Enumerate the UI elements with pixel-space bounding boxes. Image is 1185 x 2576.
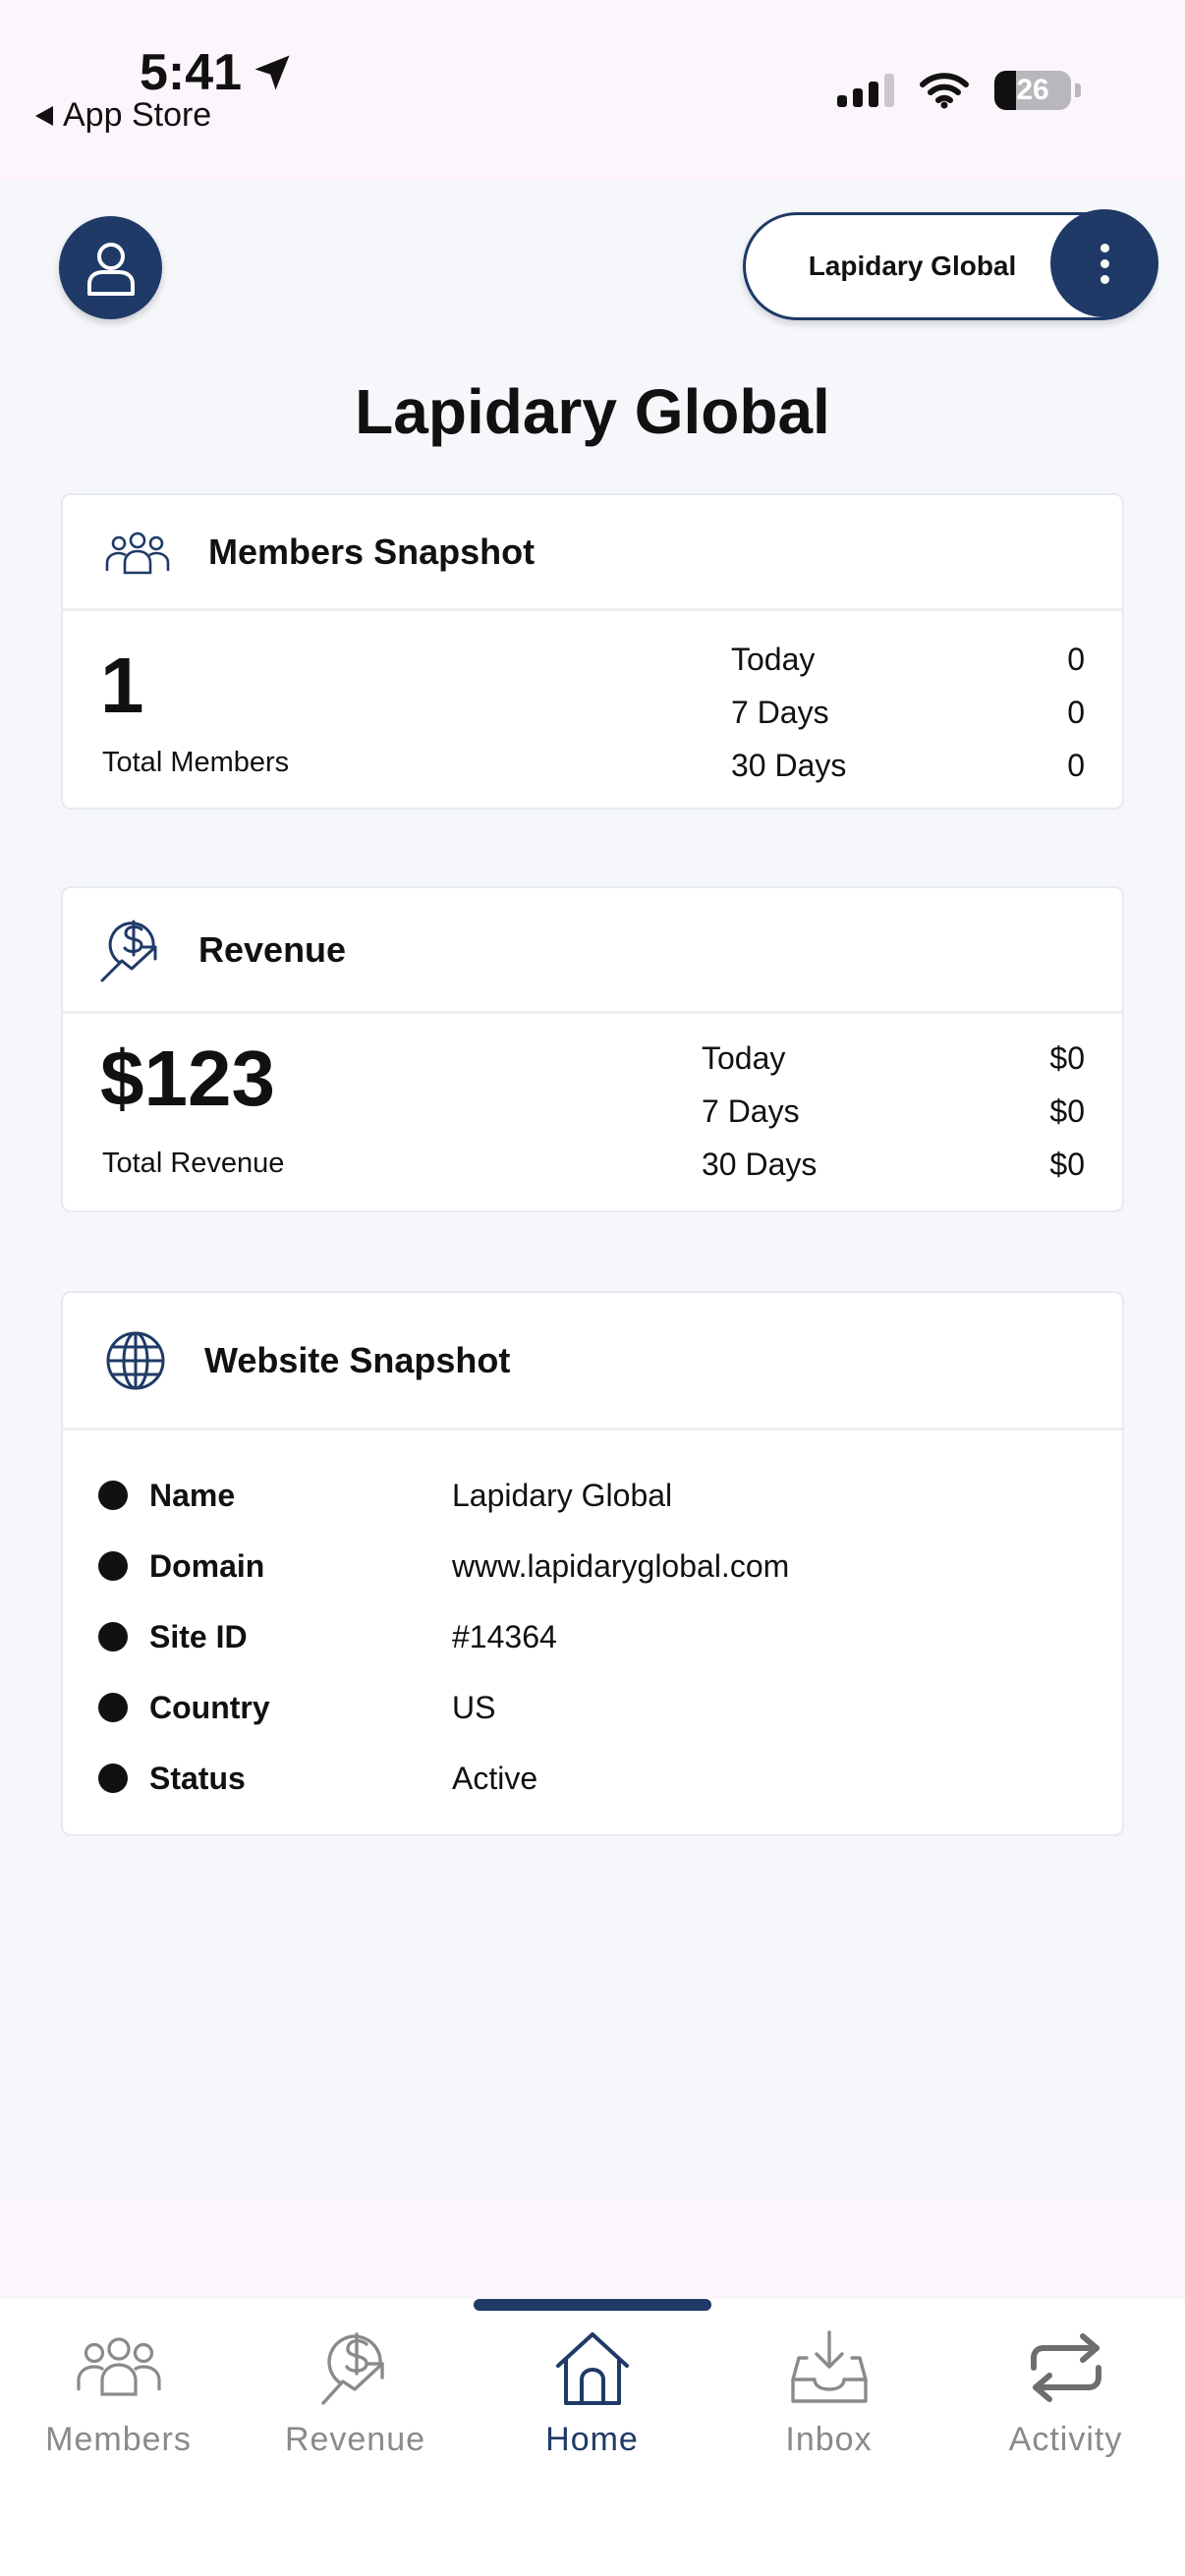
stat-value: $0 (1049, 1146, 1085, 1182)
info-key: Name (149, 1477, 236, 1513)
tab-members[interactable]: Members (0, 2328, 237, 2459)
members-icon (105, 532, 170, 574)
clock: 5:41 (140, 43, 293, 102)
info-key: Country (149, 1689, 270, 1725)
bullet-icon (98, 1693, 128, 1722)
page-title: Lapidary Global (355, 376, 830, 447)
profile-button[interactable] (59, 216, 162, 319)
revenue-period-stats: Today $0 7 Days $0 30 Days $0 (702, 1032, 1085, 1191)
stat-value: $0 (1049, 1092, 1085, 1129)
back-triangle-icon (35, 105, 53, 126)
revenue-icon (100, 920, 157, 981)
list-item: Domain www.lapidaryglobal.com (63, 1531, 1122, 1601)
tab-bar: Members Revenue Home Inbox Activity (0, 2299, 1185, 2576)
battery-level: 26 (1016, 74, 1049, 106)
stat-label: 30 Days (702, 1146, 818, 1182)
stat-row: 30 Days $0 (702, 1138, 1085, 1191)
total-members-value: 1 (100, 642, 144, 729)
bullet-icon (98, 1551, 128, 1581)
stat-label: 30 Days (731, 747, 847, 783)
info-key: Domain (149, 1547, 265, 1584)
back-to-app-store[interactable]: App Store (35, 96, 211, 135)
tab-home[interactable]: Home (474, 2328, 710, 2459)
total-revenue-label: Total Revenue (102, 1148, 285, 1179)
stat-label: 7 Days (731, 694, 829, 730)
tab-activity[interactable]: Activity (947, 2328, 1184, 2459)
info-value: #14364 (452, 1618, 557, 1654)
total-members-label: Total Members (102, 747, 290, 778)
website-snapshot-title: Website Snapshot (204, 1339, 511, 1380)
members-snapshot-title: Members Snapshot (208, 531, 536, 572)
activity-icon (1030, 2333, 1101, 2402)
stat-label: 7 Days (702, 1092, 800, 1129)
tab-revenue[interactable]: Revenue (237, 2328, 474, 2459)
stat-row: 7 Days 0 (731, 686, 1085, 739)
stat-row: 30 Days 0 (731, 739, 1085, 792)
tab-inbox[interactable]: Inbox (710, 2328, 947, 2459)
stat-value: 0 (1067, 747, 1085, 783)
home-icon (555, 2332, 629, 2405)
stat-row: Today $0 (702, 1032, 1085, 1085)
stat-value: 0 (1067, 694, 1085, 730)
stat-label: Today (702, 1039, 786, 1076)
stat-value: $0 (1049, 1039, 1085, 1076)
members-snapshot-header: Members Snapshot (63, 495, 1122, 611)
info-value: US (452, 1689, 496, 1725)
info-value: Active (452, 1760, 538, 1796)
website-info-list: Name Lapidary Global Domain www.lapidarygl… (63, 1430, 1122, 1814)
stat-label: Today (731, 641, 816, 677)
info-key: Site ID (149, 1618, 248, 1654)
website-snapshot-header: Website Snapshot (63, 1293, 1122, 1430)
back-app-label: App Store (63, 96, 212, 134)
tab-label: Inbox (785, 2421, 873, 2458)
tab-label: Activity (1008, 2421, 1123, 2458)
members-period-stats: Today 0 7 Days 0 30 Days 0 (731, 633, 1085, 792)
bullet-icon (98, 1764, 128, 1793)
members-snapshot-card[interactable]: Members Snapshot 1 Total Members Today 0 … (61, 493, 1124, 810)
user-icon (86, 242, 135, 296)
status-icons: 26 (837, 71, 1081, 110)
battery-icon: 26 (994, 71, 1071, 110)
active-tab-indicator (474, 2299, 711, 2311)
revenue-card[interactable]: Revenue $123 Total Revenue Today $0 7 Day… (61, 886, 1124, 1212)
stat-row: Today 0 (731, 633, 1085, 686)
kebab-dot (1100, 258, 1109, 268)
members-icon (76, 2337, 161, 2396)
stat-row: 7 Days $0 (702, 1085, 1085, 1138)
revenue-title: Revenue (198, 928, 347, 970)
tab-label: Home (545, 2421, 639, 2458)
kebab-dot (1100, 274, 1109, 284)
kebab-dot (1100, 243, 1109, 252)
status-bar: 5:41 App Store 26 (0, 0, 1185, 182)
revenue-header: Revenue (63, 888, 1122, 1014)
globe-icon (106, 1331, 165, 1389)
wifi-icon (920, 73, 969, 109)
footer-band (0, 2199, 1185, 2301)
list-item: Site ID #14364 (63, 1601, 1122, 1672)
revenue-icon (320, 2332, 384, 2405)
tab-label: Revenue (284, 2421, 426, 2458)
info-value: Lapidary Global (452, 1477, 673, 1513)
list-item: Country US (63, 1672, 1122, 1743)
bullet-icon (98, 1481, 128, 1510)
stat-value: 0 (1067, 641, 1085, 677)
total-revenue-value: $123 (100, 1035, 275, 1122)
bullet-icon (98, 1622, 128, 1652)
tab-label: Members (45, 2421, 192, 2458)
site-selector[interactable]: Lapidary Global (743, 209, 1158, 320)
info-value: www.lapidaryglobal.com (452, 1547, 790, 1584)
more-options-button[interactable] (1050, 209, 1158, 317)
info-key: Status (149, 1760, 246, 1796)
cellular-signal-icon (837, 74, 894, 107)
clock-time: 5:41 (140, 44, 243, 101)
list-item: Status Active (63, 1743, 1122, 1814)
inbox-icon (790, 2330, 868, 2403)
list-item: Name Lapidary Global (63, 1460, 1122, 1531)
battery-cap (1075, 84, 1081, 97)
website-snapshot-card[interactable]: Website Snapshot Name Lapidary Global Dom… (61, 1291, 1124, 1836)
location-arrow-icon (254, 55, 290, 90)
